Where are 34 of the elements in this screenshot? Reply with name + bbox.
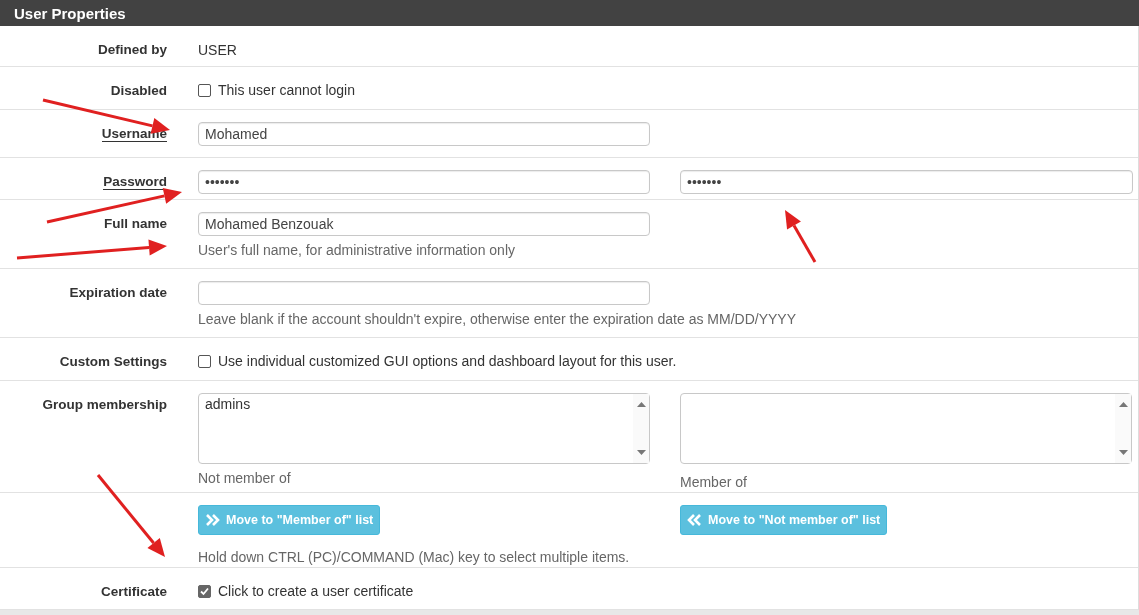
list-caption: Not member of xyxy=(198,470,292,486)
checkbox-label: Click to create a user certificate xyxy=(218,583,414,599)
panel-title: User Properties xyxy=(14,4,126,22)
checkbox[interactable] xyxy=(198,83,211,97)
field-label: Disabled xyxy=(110,83,167,98)
double-chevron-left-icon xyxy=(687,514,702,526)
annotation-arrow xyxy=(785,210,817,263)
field-label: Group membership xyxy=(42,397,167,412)
field-label: Defined by xyxy=(98,42,167,57)
field-label: Custom Settings xyxy=(59,354,167,369)
list-option[interactable]: admins xyxy=(205,396,627,412)
list-box[interactable]: admins xyxy=(198,393,650,464)
scroll-down-icon[interactable] xyxy=(636,450,646,455)
field-label: Expiration date xyxy=(69,285,167,300)
checkbox[interactable] xyxy=(198,584,211,598)
field-label: Certificate xyxy=(100,584,167,599)
help-text: Leave blank if the account shouldn't expire, otherwise enter the expiration date as MM/DD/YYYY xyxy=(198,311,796,327)
password-field[interactable]: ••••••• xyxy=(680,170,1133,194)
double-chevron-right-icon xyxy=(205,514,220,526)
scroll-down-icon[interactable] xyxy=(1118,450,1128,455)
list-caption: Member of xyxy=(680,474,748,490)
scroll-up-icon[interactable] xyxy=(1118,402,1128,407)
scroll-up-icon[interactable] xyxy=(636,402,646,407)
input-field[interactable]: Mohamed xyxy=(198,122,650,146)
help-text: User's full name, for administrative information only xyxy=(198,242,516,258)
field-label: Full name xyxy=(104,216,167,231)
checkbox[interactable] xyxy=(198,354,211,368)
input-field[interactable]: Mohamed Benzouak xyxy=(198,212,650,236)
input-field[interactable] xyxy=(198,281,650,305)
checkbox-label: This user cannot login xyxy=(218,82,355,98)
field-value: USER xyxy=(198,41,237,58)
help-text: Hold down CTRL (PC)/COMMAND (Mac) key to select multiple items. xyxy=(198,549,630,565)
password-field[interactable]: ••••••• xyxy=(198,170,650,194)
checkbox-label: Use individual customized GUI options and dashboard layout for this user. xyxy=(218,353,677,369)
